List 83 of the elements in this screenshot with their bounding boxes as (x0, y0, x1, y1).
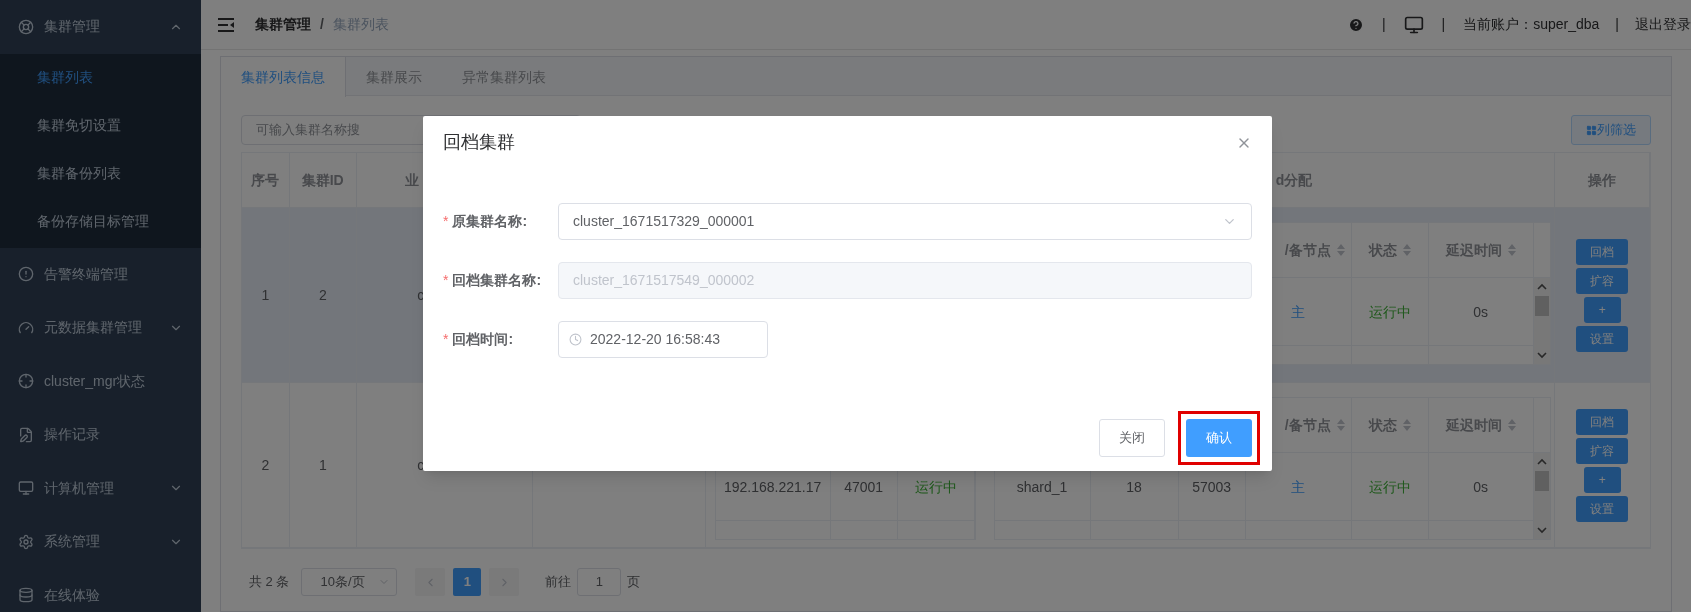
help-icon[interactable] (1347, 16, 1364, 33)
divider-text: | (1615, 15, 1619, 34)
submenu-item[interactable]: 集群列表 (0, 53, 201, 102)
menu-item[interactable]: 在线体验 (0, 568, 201, 612)
action-button[interactable]: 设置 (1576, 325, 1629, 352)
confirm-button[interactable]: 确认 (1186, 419, 1252, 457)
table-cell-text: 主 (1291, 477, 1306, 497)
menu-item[interactable]: cluster_mgr状态 (0, 354, 201, 408)
field-label: 原集群名称: (452, 212, 528, 231)
table-cell-text: c (417, 285, 425, 305)
menu-item[interactable]: 计算机管理 (0, 461, 201, 515)
settings-icon (18, 533, 34, 550)
table-cell-text: 18 (1126, 477, 1142, 497)
monitor-icon (18, 480, 34, 497)
table-cell-text: 1 (261, 285, 270, 305)
action-button[interactable]: + (1583, 466, 1621, 493)
table-cell-text: 1 (319, 455, 327, 475)
page-size-select[interactable]: 10条/页 (301, 568, 398, 596)
table-cell-text: 2 (319, 285, 327, 305)
menu-item[interactable]: 集群管理 (0, 0, 201, 54)
required-mark: * (443, 330, 449, 349)
action-button[interactable]: 扩容 (1576, 437, 1629, 464)
table-cell-text: c (417, 455, 425, 475)
close-button[interactable]: 关闭 (1099, 419, 1165, 457)
breadcrumb-item[interactable]: 集群管理 (255, 14, 311, 35)
document-edit-icon (18, 426, 34, 443)
required-mark: * (443, 271, 449, 290)
sort-icon[interactable] (1336, 419, 1345, 431)
table-cell-text: 57003 (1192, 477, 1232, 497)
goto-label: 前往 (545, 573, 572, 592)
tab[interactable]: 集群列表信息 (221, 57, 346, 97)
required-mark: * (443, 212, 449, 231)
sort-icon[interactable] (1402, 419, 1411, 431)
action-button[interactable]: + (1583, 296, 1621, 323)
logout-link[interactable]: 退出登录 (1635, 14, 1691, 35)
table-cell-text: 2 (261, 455, 270, 475)
table-cell-text: 运行中 (914, 477, 957, 497)
menu-item[interactable]: 元数据集群管理 (0, 301, 201, 355)
sort-icon[interactable] (1336, 244, 1345, 256)
field-label: 回档集群名称: (452, 271, 542, 290)
table-cell-text: 47001 (844, 477, 884, 497)
menu-item[interactable]: 操作记录 (0, 408, 201, 462)
menu-item[interactable]: 系统管理 (0, 515, 201, 569)
action-button[interactable]: 回档 (1576, 408, 1629, 435)
select-field[interactable]: cluster_1671517329_000001 (558, 203, 1252, 240)
action-button[interactable]: 设置 (1576, 495, 1629, 522)
page-suffix: 页 (627, 573, 641, 592)
lifebuoy-icon (18, 18, 34, 35)
sort-icon[interactable] (1507, 244, 1516, 256)
table-cell-text: 运行中 (1368, 302, 1411, 322)
gauge-icon (18, 319, 34, 336)
action-button[interactable]: 回档 (1576, 238, 1629, 265)
prev-page-button[interactable] (415, 568, 446, 596)
database-icon (18, 587, 34, 604)
account-label: 当前账户：super_dba (1463, 15, 1600, 34)
breadcrumb-separator: / (320, 15, 324, 34)
menu-icon[interactable] (217, 16, 235, 33)
table-cell-text: 运行中 (1368, 477, 1411, 497)
sort-icon[interactable] (1507, 419, 1516, 431)
divider-text: | (1441, 15, 1446, 34)
crosshair-icon (18, 373, 34, 390)
submenu-item[interactable]: 集群免切设置 (0, 101, 201, 150)
submenu-item[interactable]: 备份存储目标管理 (0, 197, 201, 246)
field-label: 回档时间: (452, 330, 514, 349)
date-time-field[interactable]: 2022-12-20 16:58:43 (558, 321, 768, 358)
table-cell-text: shard_1 (1016, 477, 1068, 497)
monitor-icon[interactable] (1403, 14, 1424, 35)
table-cell-text: 0s (1473, 477, 1488, 497)
goto-page-field[interactable]: 1 (577, 568, 622, 596)
clock-icon (569, 333, 582, 346)
next-page-button[interactable] (489, 568, 520, 596)
grid-icon (1586, 124, 1597, 136)
submenu-item[interactable]: 集群备份列表 (0, 149, 201, 198)
table-cell-text: 0s (1473, 302, 1488, 322)
table-cell-text: 主 (1291, 302, 1306, 322)
divider-text: | (1381, 15, 1386, 34)
action-button[interactable]: 扩容 (1576, 267, 1629, 294)
sort-icon[interactable] (1402, 244, 1411, 256)
table-cell-text: 192.168.221.17 (723, 477, 822, 497)
column-filter-button[interactable]: 列筛选 (1571, 115, 1651, 145)
alert-icon (18, 266, 34, 283)
total-count: 共 2 条 (249, 573, 290, 592)
page-button[interactable]: 1 (453, 568, 482, 596)
